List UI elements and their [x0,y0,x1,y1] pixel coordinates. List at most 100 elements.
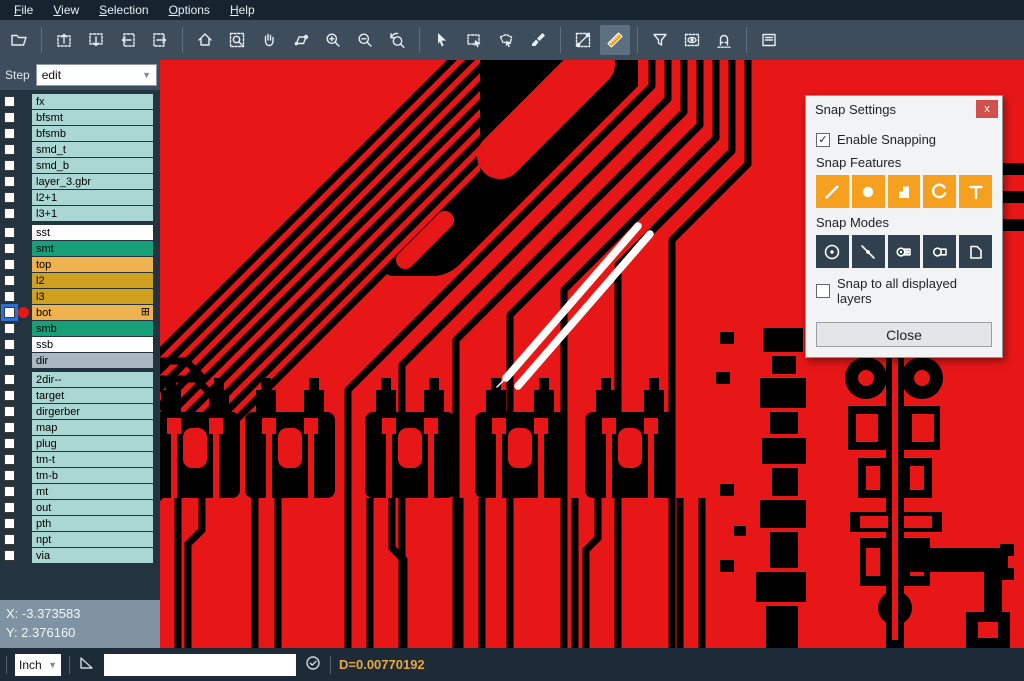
measure-button[interactable] [568,25,598,55]
layer-visibility-checkbox[interactable] [4,259,15,270]
layer-visibility-checkbox[interactable] [4,486,15,497]
snap-feature-surface-button[interactable] [888,175,921,208]
layer-visibility-checkbox[interactable] [4,307,15,318]
snap-feature-pad-button[interactable] [852,175,885,208]
enable-snapping-checkbox[interactable]: ✓ [816,133,830,147]
layer-visibility-checkbox[interactable] [4,160,15,171]
snap-mode-center-button[interactable] [816,235,849,268]
snap-mode-slot-button[interactable] [923,235,956,268]
menu-file[interactable]: File [4,1,43,19]
shift-left-button[interactable] [113,25,143,55]
layer-visibility-checkbox[interactable] [4,355,15,366]
snap-all-layers-checkbox[interactable] [816,284,830,298]
layer-visibility-checkbox[interactable] [4,390,15,401]
open-button[interactable] [4,25,34,55]
layer-row-out[interactable]: out [0,500,160,515]
layer-row-top[interactable]: top [0,257,160,272]
snap-button[interactable] [709,25,739,55]
layer-visibility-checkbox[interactable] [4,176,15,187]
panels-button[interactable] [754,25,784,55]
layer-row-2dir--[interactable]: 2dir-- [0,372,160,387]
layer-row-tm-t[interactable]: tm-t [0,452,160,467]
layer-visibility-checkbox[interactable] [4,422,15,433]
layer-row-smb[interactable]: smb [0,321,160,336]
view-options-button[interactable] [677,25,707,55]
close-icon[interactable]: x [976,100,998,118]
measure-input[interactable] [104,654,296,676]
reshape-select-button[interactable] [286,25,316,55]
shift-right-button[interactable] [145,25,175,55]
layer-row-sst[interactable]: sst [0,225,160,240]
layer-visibility-checkbox[interactable] [4,291,15,302]
menu-selection[interactable]: Selection [89,1,158,19]
rect-select-button[interactable] [459,25,489,55]
layer-row-bfsmt[interactable]: bfsmt [0,110,160,125]
dialog-titlebar[interactable]: Snap Settings x [806,96,1002,122]
layer-row-smt[interactable]: smt [0,241,160,256]
snap-mode-midpoint-button[interactable] [852,235,885,268]
layer-row-layer_3.gbr[interactable]: layer_3.gbr [0,174,160,189]
snap-mode-contour-button[interactable] [959,235,992,268]
layer-row-dir[interactable]: dir [0,353,160,368]
layer-row-tm-b[interactable]: tm-b [0,468,160,483]
layer-row-npt[interactable]: npt [0,532,160,547]
layer-row-l2[interactable]: l2 [0,273,160,288]
dialog-close-button[interactable]: Close [816,322,992,347]
zoom-out-button[interactable] [350,25,380,55]
layer-row-ssb[interactable]: ssb [0,337,160,352]
menu-options[interactable]: Options [159,1,220,19]
layer-row-smd_t[interactable]: smd_t [0,142,160,157]
layer-row-map[interactable]: map [0,420,160,435]
layer-visibility-checkbox[interactable] [4,339,15,350]
layer-row-target[interactable]: target [0,388,160,403]
zoom-previous-button[interactable] [382,25,412,55]
layer-visibility-checkbox[interactable] [4,470,15,481]
shift-up-button[interactable] [49,25,79,55]
layer-row-l3[interactable]: l3 [0,289,160,304]
layer-visibility-checkbox[interactable] [4,192,15,203]
shift-down-button[interactable] [81,25,111,55]
pcb-canvas[interactable]: Snap Settings x ✓ Enable Snapping Snap F… [160,60,1024,648]
layer-row-bot[interactable]: bot⊞ [0,305,160,320]
refresh-check-icon[interactable] [304,654,322,675]
layer-row-pth[interactable]: pth [0,516,160,531]
layer-visibility-checkbox[interactable] [4,454,15,465]
layer-visibility-checkbox[interactable] [4,227,15,238]
ruler-button[interactable] [600,25,630,55]
layer-row-l2+1[interactable]: l2+1 [0,190,160,205]
layer-row-bfsmb[interactable]: bfsmb [0,126,160,141]
layer-row-plug[interactable]: plug [0,436,160,451]
layer-visibility-checkbox[interactable] [4,550,15,561]
layer-visibility-checkbox[interactable] [4,502,15,513]
snap-feature-line-button[interactable] [816,175,849,208]
snap-feature-text-button[interactable] [959,175,992,208]
clean-button[interactable] [523,25,553,55]
select-button[interactable] [427,25,457,55]
layer-visibility-checkbox[interactable] [4,518,15,529]
layer-visibility-checkbox[interactable] [4,534,15,545]
unit-select[interactable]: Inch ▼ [15,654,61,676]
layer-row-dirgerber[interactable]: dirgerber [0,404,160,419]
layer-row-via[interactable]: via [0,548,160,563]
layer-visibility-checkbox[interactable] [4,243,15,254]
snap-feature-arc-button[interactable] [923,175,956,208]
layer-visibility-checkbox[interactable] [4,374,15,385]
layer-visibility-checkbox[interactable] [4,112,15,123]
zoom-window-button[interactable] [222,25,252,55]
layer-visibility-checkbox[interactable] [4,438,15,449]
home-view-button[interactable] [190,25,220,55]
polygon-select-button[interactable] [491,25,521,55]
filter-button[interactable] [645,25,675,55]
layer-row-mt[interactable]: mt [0,484,160,499]
layer-visibility-checkbox[interactable] [4,208,15,219]
layer-row-fx[interactable]: fx [0,94,160,109]
zoom-in-button[interactable] [318,25,348,55]
layer-visibility-checkbox[interactable] [4,275,15,286]
menu-help[interactable]: Help [220,1,265,19]
layer-visibility-checkbox[interactable] [4,96,15,107]
layer-visibility-checkbox[interactable] [4,144,15,155]
layer-row-smd_b[interactable]: smd_b [0,158,160,173]
layer-row-l3+1[interactable]: l3+1 [0,206,160,221]
pan-button[interactable] [254,25,284,55]
layer-visibility-checkbox[interactable] [4,406,15,417]
